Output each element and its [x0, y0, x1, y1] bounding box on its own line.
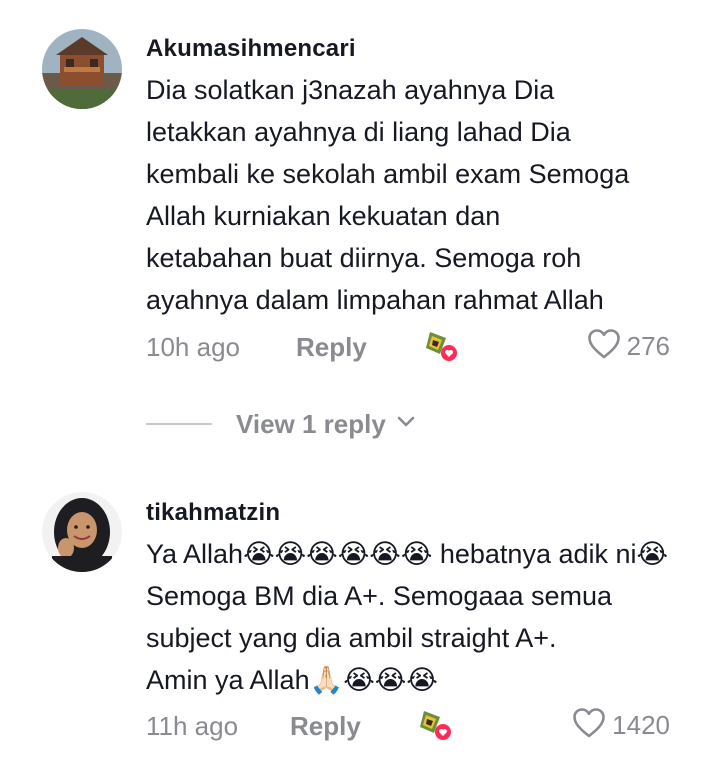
like-button[interactable]: 1420	[572, 707, 670, 744]
comment-text-line: Allah kurniakan kekuatan dan	[146, 201, 501, 231]
comment-text-line: letakkan ayahnya di liang lahad Dia	[146, 117, 571, 147]
reply-button[interactable]: Reply	[290, 711, 361, 742]
comment-text-line: Ya Allah😭😭😭😭😭😭 hebatnya adik ni😭	[146, 539, 669, 569]
like-count: 276	[626, 331, 670, 361]
comment-text-line: kembali ke sekolah ambil exam Semoga	[146, 159, 630, 189]
comment-text-line: Dia solatkan j3nazah ayahnya Dia	[146, 75, 555, 105]
comment-text-line: ketabahan buat diirnya. Semoga roh	[146, 243, 582, 273]
view-replies-button[interactable]: View 1 reply	[146, 404, 416, 444]
comment-text-line: Amin ya Allah🙏🏻😭😭😭	[146, 665, 438, 695]
gift-heart-icon[interactable]	[418, 707, 452, 741]
like-count: 1420	[612, 710, 670, 740]
heart-outline-icon	[587, 328, 621, 365]
divider	[146, 423, 212, 425]
comment-text: Ya Allah😭😭😭😭😭😭 hebatnya adik ni😭 Semoga …	[146, 533, 686, 701]
chevron-down-icon	[396, 415, 416, 434]
reply-button[interactable]: Reply	[296, 332, 367, 363]
like-button[interactable]: 276	[587, 328, 670, 365]
comment-text-line: subject yang dia ambil straight A+.	[146, 623, 557, 653]
heart-outline-icon	[572, 707, 606, 744]
comment-text-line: ayahnya dalam limpahan rahmat Allah	[146, 285, 604, 315]
view-replies-label: View 1 reply	[236, 408, 386, 439]
comment-timestamp: 10h ago	[146, 332, 240, 362]
comment-meta: 10h ago Reply 276	[146, 329, 720, 372]
comment-username[interactable]: tikahmatzin	[146, 499, 280, 527]
comment-meta: 11h ago Reply 1420	[146, 708, 720, 751]
gift-heart-icon[interactable]	[424, 328, 458, 362]
comment-text: Dia solatkan j3nazah ayahnya Dia letakka…	[146, 69, 686, 321]
comment-timestamp: 11h ago	[146, 711, 239, 741]
comment-username[interactable]: Akumasihmencari	[146, 35, 356, 63]
comment-text-line: Semoga BM dia A+. Semogaaa semua	[146, 581, 613, 611]
avatar[interactable]	[42, 29, 122, 109]
avatar[interactable]	[42, 492, 122, 572]
